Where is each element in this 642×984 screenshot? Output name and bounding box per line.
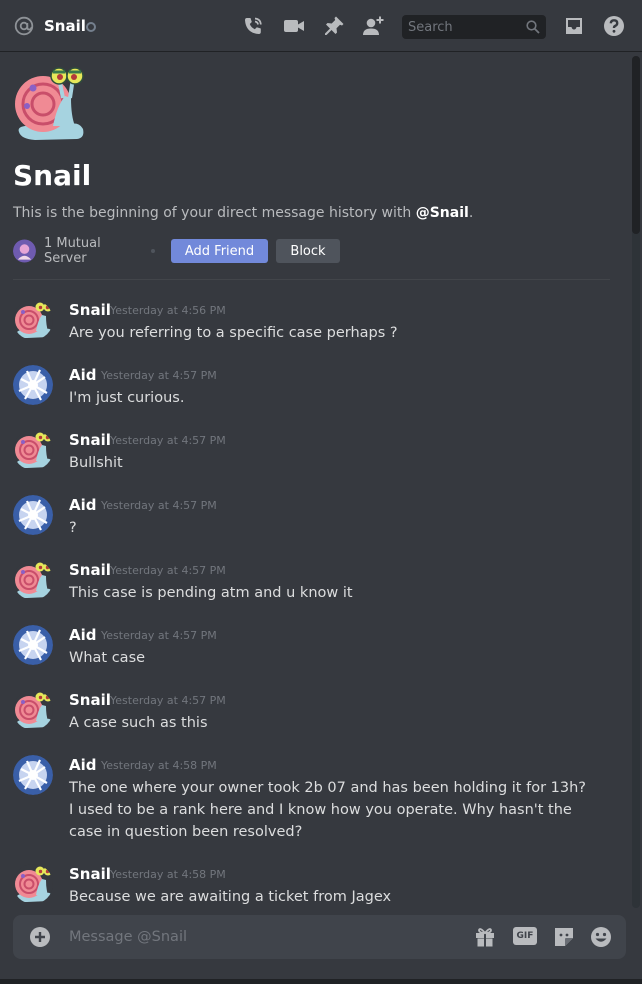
user-avatar[interactable] [13,430,53,470]
gif-icon[interactable]: GIF [513,927,537,945]
inbox-icon[interactable] [563,15,585,37]
message-item[interactable]: Aid Yesterday at 4:57 PM I'm just curious. [0,365,625,413]
message-timestamp: Yesterday at 4:58 PM [110,868,226,881]
search-input[interactable] [402,15,522,39]
channel-header: Snail [0,0,642,52]
message-timestamp: Yesterday at 4:57 PM [110,694,226,707]
message-author[interactable]: Snail [69,690,111,710]
message-text: Are you referring to a specific case per… [69,325,398,341]
help-icon[interactable] [603,15,625,37]
user-avatar[interactable] [13,864,53,904]
message-text: What case [69,650,146,666]
block-button[interactable]: Block [276,239,340,263]
message-item[interactable]: Snail Yesterday at 4:57 PM A case such as … [0,690,625,738]
message-timestamp: Yesterday at 4:58 PM [101,759,217,772]
window-bottom-edge [0,979,642,984]
user-avatar[interactable] [13,560,53,600]
search-icon [526,20,540,34]
dm-beginning-description: This is the beginning of your direct mes… [13,203,473,223]
message-author[interactable]: Snail [69,300,111,320]
message-timestamp: Yesterday at 4:56 PM [110,304,226,317]
pin-icon[interactable] [323,15,345,37]
message-item[interactable]: Snail Yesterday at 4:56 PM Are you referri… [0,300,625,348]
snail-profile-avatar [15,67,84,140]
scrollbar-thumb[interactable] [632,56,640,234]
message-text: A case such as this [69,715,208,731]
sticker-icon[interactable] [552,926,576,948]
user-avatar[interactable] [13,495,53,535]
gift-icon[interactable] [473,926,497,948]
description-suffix: . [468,205,474,221]
message-author[interactable]: Aid [69,365,97,385]
user-avatar[interactable] [13,300,53,340]
message-timestamp: Yesterday at 4:57 PM [101,629,217,642]
plus-circle-icon[interactable] [29,926,51,948]
divider [13,279,610,280]
channel-title: Snail [44,17,86,35]
message-author[interactable]: Aid [69,625,97,645]
message-author[interactable]: Snail [69,864,111,884]
search-box[interactable] [402,15,546,39]
description-handle: @Snail [415,205,469,221]
user-avatar[interactable] [13,690,53,730]
message-text: Because we are awaiting a ticket from Ja… [69,889,392,905]
message-author[interactable]: Snail [69,560,111,580]
message-text: Bullshit [69,455,123,471]
user-avatar[interactable] [13,625,53,665]
emoji-icon[interactable] [589,926,613,948]
message-item[interactable]: Aid Yesterday at 4:57 PM? [0,495,625,543]
separator-dot [151,249,155,253]
at-icon [14,16,34,36]
message-timestamp: Yesterday at 4:57 PM [101,369,217,382]
message-composer[interactable]: GIF [13,915,626,959]
user-avatar[interactable] [13,365,53,405]
add-friend-button[interactable]: Add Friend [171,239,268,263]
video-camera-icon[interactable] [283,15,305,37]
message-timestamp: Yesterday at 4:57 PM [110,434,226,447]
message-item[interactable]: Snail Yesterday at 4:57 PM Bullshit [0,430,625,478]
add-friend-icon[interactable] [362,15,384,37]
message-item[interactable]: Snail Yesterday at 4:58 PM Because we are … [0,864,625,912]
message-text: This case is pending atm and u know it [69,585,353,601]
message-author[interactable]: Aid [69,755,97,775]
message-item[interactable]: Aid Yesterday at 4:57 PM What case [0,625,625,673]
mutual-servers-label: 1 Mutual Server [43,236,101,266]
profile-name: Snail [13,159,92,192]
message-text: ? [69,520,77,536]
phone-call-icon[interactable] [242,15,264,37]
message-timestamp: Yesterday at 4:57 PM [101,499,217,512]
user-avatar[interactable] [13,755,53,795]
message-item[interactable]: Snail Yesterday at 4:57 PM This case is pe… [0,560,625,608]
message-text: The one where your owner took 2b 07 and … [69,780,586,840]
description-prefix: This is the beginning of your direct mes… [13,205,416,221]
server-icon [13,239,36,263]
message-timestamp: Yesterday at 4:57 PM [110,564,226,577]
message-text: I'm just curious. [69,390,185,406]
message-author[interactable]: Aid [69,495,97,515]
message-input[interactable] [63,915,443,959]
message-item[interactable]: Aid Yesterday at 4:58 PM The one where you… [0,755,625,841]
message-author[interactable]: Snail [69,430,111,450]
mutual-servers[interactable]: 1 Mutual Server [13,236,143,266]
offline-status-indicator [86,22,96,32]
